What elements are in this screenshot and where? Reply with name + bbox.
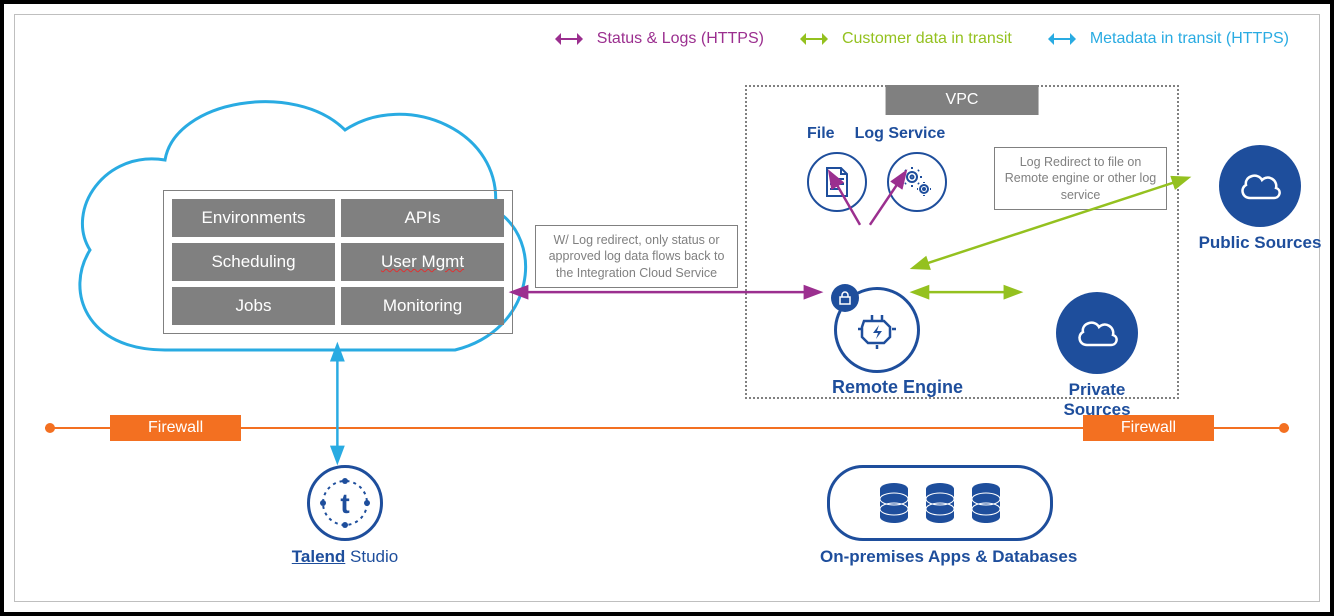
module-user-mgmt: User Mgmt	[341, 243, 504, 281]
remote-engine-label: Remote Engine	[832, 377, 922, 398]
database-icon	[922, 481, 958, 525]
file-icon	[807, 152, 867, 212]
database-icon	[876, 481, 912, 525]
firewall-bar: Firewall Firewall	[45, 415, 1289, 441]
firewall-label-right: Firewall	[1083, 415, 1214, 441]
legend: Status & Logs (HTTPS) Customer data in t…	[549, 30, 1289, 48]
svg-text:t: t	[340, 488, 349, 519]
module-jobs: Jobs	[172, 287, 335, 325]
database-icon	[968, 481, 1004, 525]
legend-label: Status & Logs (HTTPS)	[597, 30, 764, 48]
firewall-label-left: Firewall	[110, 415, 241, 441]
legend-customer-data: Customer data in transit	[794, 30, 1012, 48]
legend-metadata: Metadata in transit (HTTPS)	[1042, 30, 1289, 48]
on-premises-label: On-premises Apps & Databases	[820, 547, 1060, 567]
legend-status-logs: Status & Logs (HTTPS)	[549, 30, 764, 48]
on-premises: On-premises Apps & Databases	[820, 465, 1060, 567]
cloud-icon	[1236, 170, 1284, 202]
gears-icon	[887, 152, 947, 212]
talend-logo-icon: t	[307, 465, 383, 541]
vpc-file-label: File	[807, 125, 835, 143]
cloud-modules-box: Environments APIs Scheduling User Mgmt J…	[163, 190, 513, 334]
private-sources-label: Private Sources	[1037, 380, 1157, 420]
cloud-icon	[1073, 317, 1121, 349]
lock-icon	[831, 284, 859, 312]
module-scheduling: Scheduling	[172, 243, 335, 281]
legend-label: Customer data in transit	[842, 30, 1012, 48]
talend-studio-label: Talend Studio	[275, 547, 415, 567]
callout-log-redirect-box: Log Redirect to file on Remote engine or…	[994, 147, 1167, 210]
remote-engine: Remote Engine	[832, 287, 922, 398]
vpc-log-service-label: Log Service	[855, 125, 946, 143]
talend-studio: t Talend Studio	[275, 465, 415, 567]
module-monitoring: Monitoring	[341, 287, 504, 325]
vpc-title: VPC	[886, 85, 1039, 115]
public-sources: Public Sources	[1195, 145, 1325, 253]
legend-label: Metadata in transit (HTTPS)	[1090, 30, 1289, 48]
module-environments: Environments	[172, 199, 335, 237]
callout-log-redirect-note: W/ Log redirect, only status or approved…	[535, 225, 738, 288]
public-sources-label: Public Sources	[1195, 233, 1325, 253]
vpc-box: VPC File Log Service Lo	[745, 85, 1179, 399]
engine-icon	[854, 307, 900, 353]
private-sources: Private Sources	[1037, 292, 1157, 420]
module-apis: APIs	[341, 199, 504, 237]
